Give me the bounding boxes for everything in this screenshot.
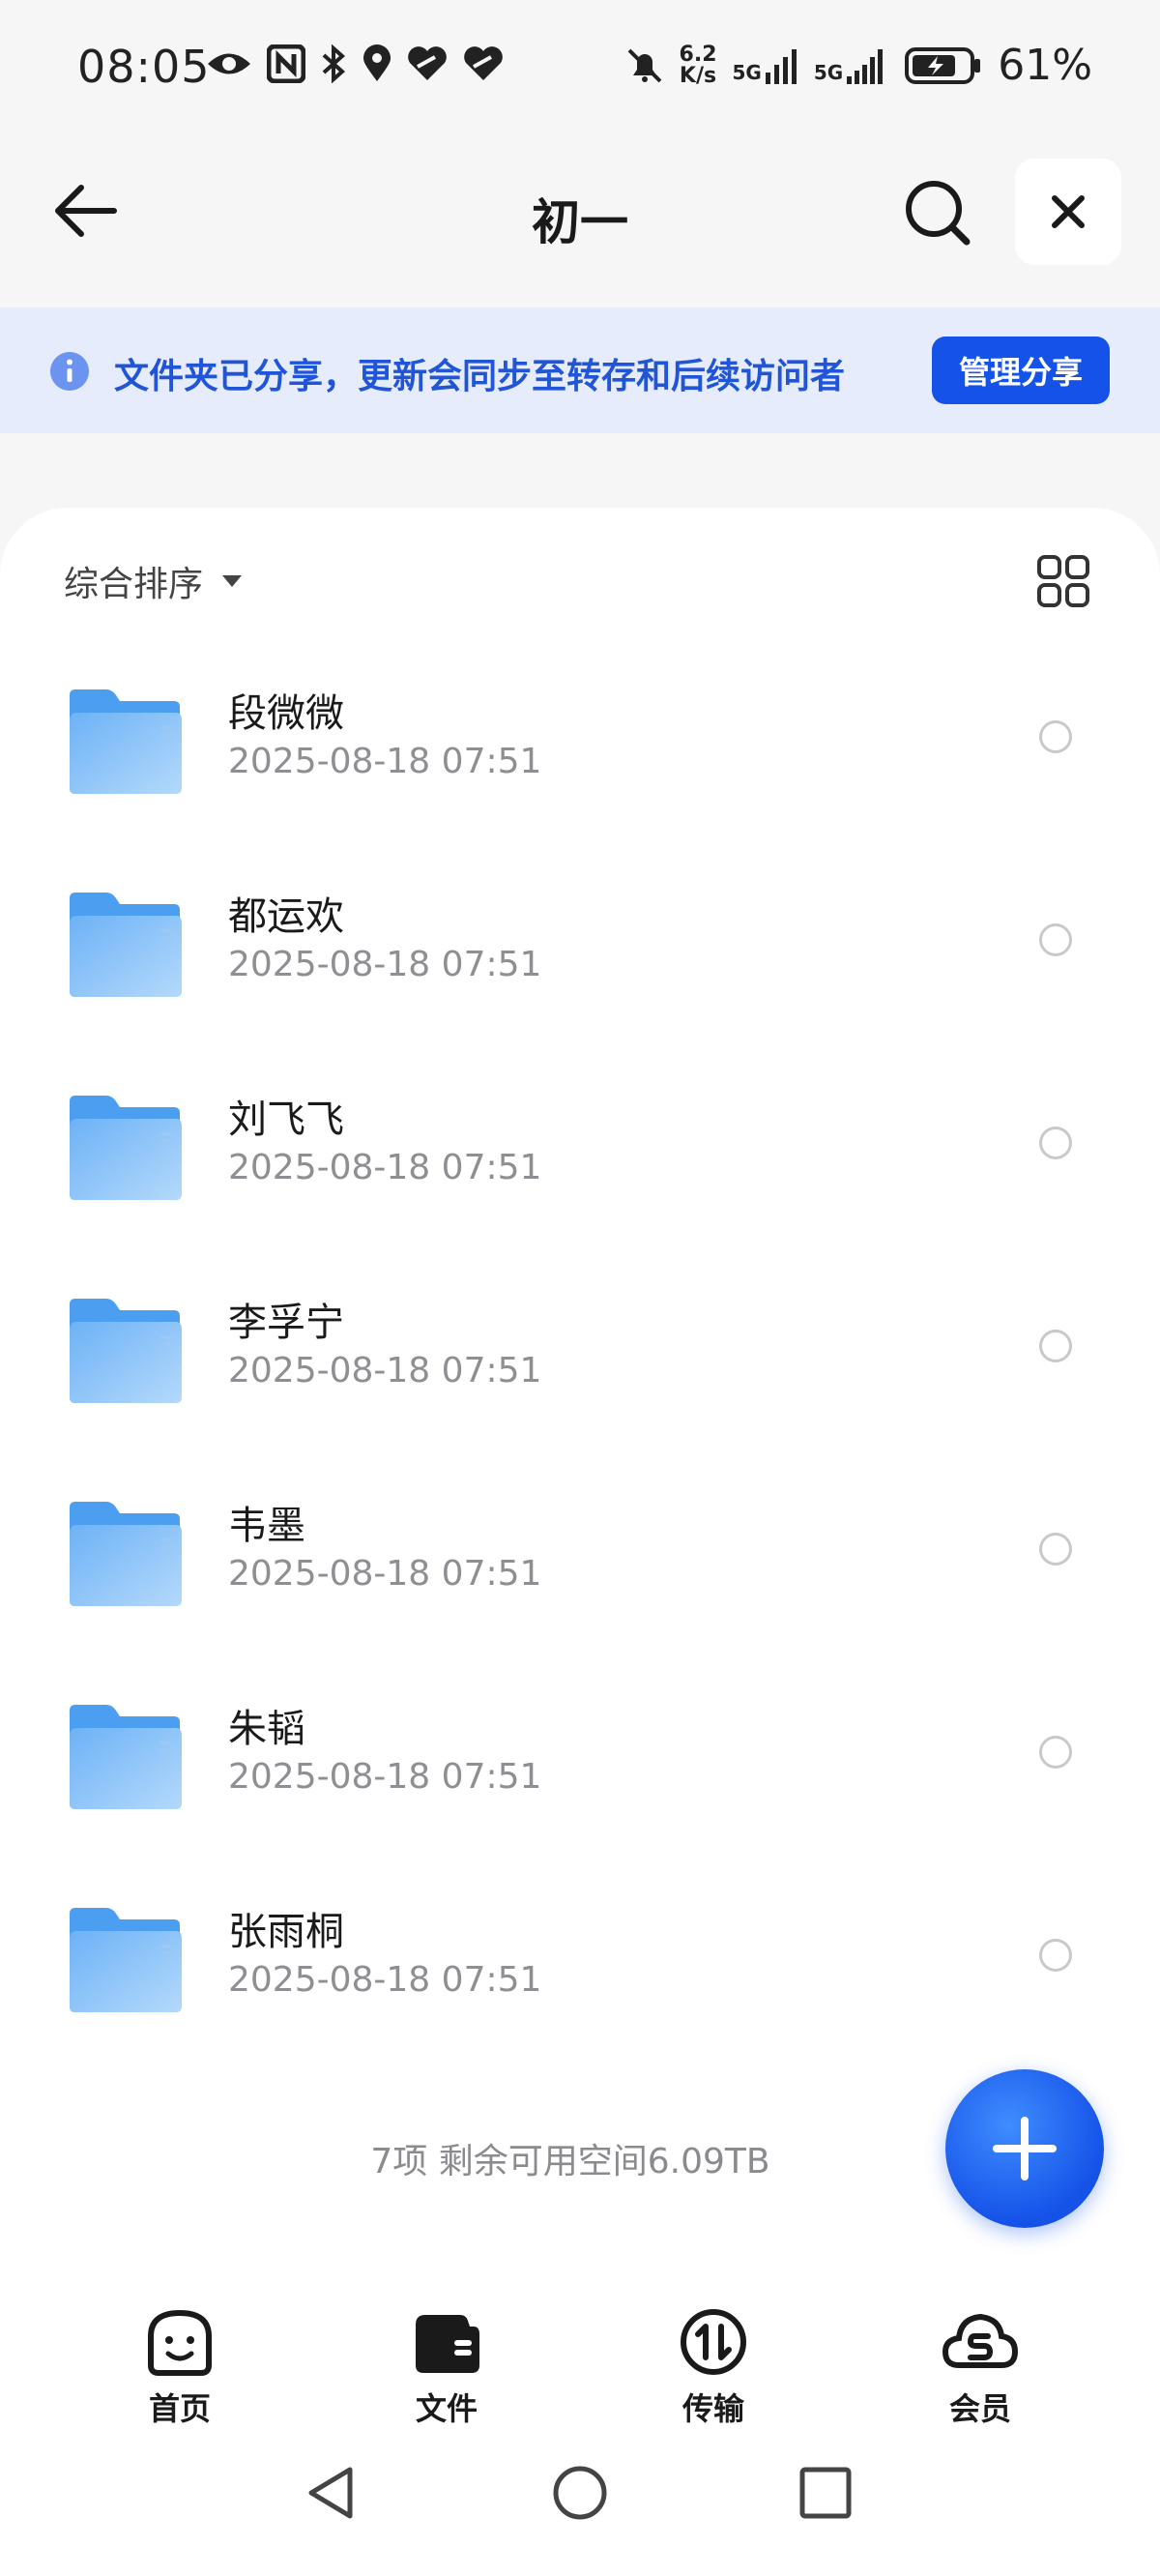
file-name: 都运欢 [228, 894, 344, 939]
folder-icon-wrap [68, 1094, 184, 1206]
nav-home-icon[interactable] [551, 2464, 609, 2522]
nav-back-icon[interactable] [304, 2464, 358, 2522]
file-date: 2025-08-18 07:51 [228, 945, 542, 984]
grid-view-icon [1037, 555, 1089, 607]
share-banner: 文件夹已分享，更新会同步至转存和后续访问者 管理分享 [0, 307, 1160, 433]
file-row[interactable]: 李孚宁 2025-08-18 07:51 [0, 1262, 1160, 1465]
info-icon [50, 352, 89, 391]
bluetooth-icon [322, 44, 346, 83]
folder-icon [70, 1299, 182, 1403]
file-row[interactable]: 刘飞飞 2025-08-18 07:51 [0, 1059, 1160, 1262]
transfer-icon [681, 2309, 746, 2375]
select-radio[interactable] [1039, 1736, 1072, 1769]
battery-percent: 61% [998, 41, 1092, 90]
tab-vip-label: 会员 [948, 2390, 1011, 2427]
folder-wallet-icon [416, 2315, 479, 2373]
cloud-vip-icon [942, 2313, 1019, 2368]
folder-icon-wrap [68, 1906, 184, 2018]
plus-icon [993, 2117, 1057, 2181]
close-button[interactable] [1015, 159, 1121, 265]
heart-link-icon [408, 46, 447, 80]
file-row[interactable]: 段微微 2025-08-18 07:51 [0, 653, 1160, 856]
share-banner-text: 文件夹已分享，更新会同步至转存和后续访问者 [114, 357, 846, 396]
file-row[interactable]: 韦墨 2025-08-18 07:51 [0, 1465, 1160, 1668]
file-name: 李孚宁 [228, 1301, 344, 1345]
select-radio[interactable] [1039, 720, 1072, 753]
status-icons-left [205, 44, 505, 83]
battery-icon [905, 46, 981, 84]
file-date: 2025-08-18 07:51 [228, 1960, 542, 2000]
folder-icon [70, 689, 182, 794]
tab-home[interactable]: 首页 [112, 2307, 247, 2429]
file-row[interactable]: 都运欢 2025-08-18 07:51 [0, 856, 1160, 1059]
select-radio[interactable] [1039, 1939, 1072, 1972]
nav-recents-icon[interactable] [798, 2466, 853, 2520]
file-row[interactable]: 张雨桐 2025-08-18 07:51 [0, 1871, 1160, 2074]
folder-icon [70, 1705, 182, 1809]
eye-icon [208, 53, 250, 74]
manage-share-button[interactable]: 管理分享 [932, 337, 1110, 404]
status-icons-right: 6.2 K/s 5G 5G 61% [625, 41, 1092, 90]
file-name: 段微微 [228, 691, 344, 736]
location-icon [363, 44, 391, 81]
tab-vip[interactable]: 会员 [913, 2307, 1048, 2429]
folder-icon-wrap [68, 688, 184, 800]
search-icon [906, 181, 971, 246]
tab-transfer-label: 传输 [682, 2390, 744, 2427]
file-date: 2025-08-18 07:51 [228, 1351, 542, 1390]
file-date: 2025-08-18 07:51 [228, 1148, 542, 1187]
nfc-icon [267, 44, 305, 83]
signal-bars-icon [765, 48, 797, 84]
status-bar: 08:05 6.2 K/s 5G 5G 61% [0, 0, 1160, 135]
file-date: 2025-08-18 07:51 [228, 1554, 542, 1594]
signal-2: 5G [814, 47, 889, 84]
folder-icon [70, 1908, 182, 2012]
top-nav: 初一 [0, 145, 1160, 280]
file-name: 刘飞飞 [228, 1098, 344, 1142]
tab-home-label: 首页 [148, 2390, 211, 2427]
search-button[interactable] [903, 178, 972, 251]
sort-dropdown[interactable]: 综合排序 [64, 556, 244, 606]
tab-files-label: 文件 [415, 2390, 478, 2427]
folder-icon [70, 893, 182, 997]
tab-files[interactable]: 文件 [379, 2307, 514, 2429]
add-button[interactable] [945, 2069, 1104, 2228]
select-radio[interactable] [1039, 923, 1072, 956]
signal-bars-icon-2 [847, 48, 884, 84]
file-name: 张雨桐 [228, 1910, 344, 1954]
file-date: 2025-08-18 07:51 [228, 742, 542, 781]
file-name: 朱韬 [228, 1707, 305, 1751]
signal-1: 5G [733, 47, 798, 84]
folder-icon-wrap [68, 1297, 184, 1409]
page-title: 初一 [532, 194, 628, 250]
net-speed: 6.2 K/s [679, 42, 717, 88]
select-radio[interactable] [1039, 1127, 1072, 1159]
folder-icon [70, 1096, 182, 1200]
system-nav-bar [0, 2437, 1160, 2576]
tab-transfer[interactable]: 传输 [646, 2307, 781, 2429]
smile-icon [148, 2309, 212, 2376]
heart-link-icon-2 [464, 46, 503, 80]
status-time: 08:05 [77, 41, 211, 93]
file-list-panel: 综合排序 段微微 2025-08-18 07:51 都运欢 2025-08-18 07… [0, 508, 1160, 2297]
mute-icon [627, 48, 661, 82]
folder-icon-wrap [68, 1500, 184, 1612]
caret-down-icon [222, 575, 243, 587]
file-row[interactable]: 朱韬 2025-08-18 07:51 [0, 1668, 1160, 1871]
folder-icon-wrap [68, 1703, 184, 1815]
file-date: 2025-08-18 07:51 [228, 1757, 542, 1797]
folder-icon-wrap [68, 891, 184, 1003]
select-radio[interactable] [1039, 1330, 1072, 1362]
close-icon [1052, 195, 1085, 228]
grid-view-button[interactable] [1036, 554, 1090, 612]
file-name: 韦墨 [228, 1504, 305, 1548]
bottom-tab-bar: 首页 文件 传输 会员 [0, 2292, 1160, 2437]
sort-label: 综合排序 [64, 565, 204, 604]
select-radio[interactable] [1039, 1533, 1072, 1566]
folder-icon [70, 1502, 182, 1606]
